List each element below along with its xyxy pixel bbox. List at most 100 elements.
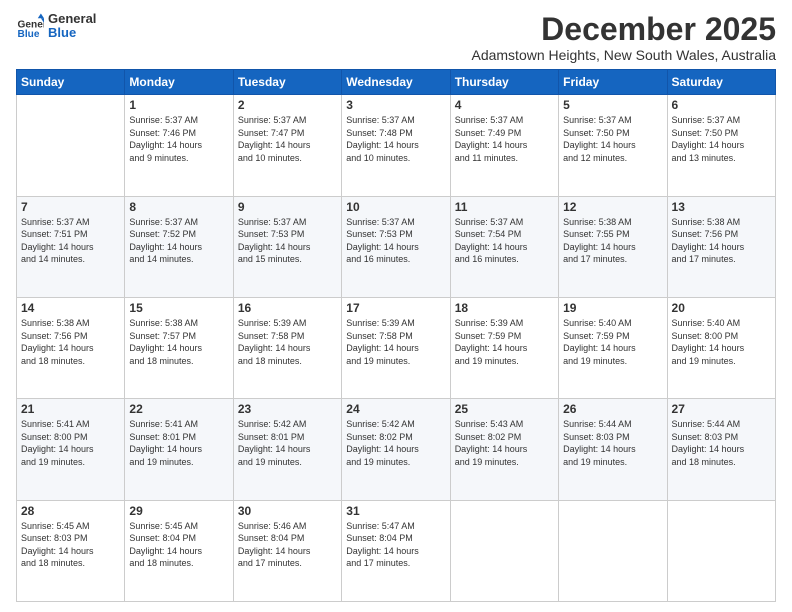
title-block: December 2025 Adamstown Heights, New Sou… — [471, 12, 776, 63]
day-number: 30 — [238, 504, 337, 518]
col-friday: Friday — [559, 70, 667, 95]
calendar-cell: 10 Sunrise: 5:37 AM Sunset: 7:53 PM Dayli… — [342, 196, 450, 297]
day-info: Sunrise: 5:43 AM Sunset: 8:02 PM Dayligh… — [455, 418, 554, 468]
day-number: 29 — [129, 504, 228, 518]
col-sunday: Sunday — [17, 70, 125, 95]
day-info: Sunrise: 5:37 AM Sunset: 7:46 PM Dayligh… — [129, 114, 228, 164]
calendar-week-3: 14 Sunrise: 5:38 AM Sunset: 7:56 PM Dayli… — [17, 297, 776, 398]
calendar-cell: 14 Sunrise: 5:38 AM Sunset: 7:56 PM Dayli… — [17, 297, 125, 398]
logo: General Blue General Blue — [16, 12, 96, 41]
day-info: Sunrise: 5:38 AM Sunset: 7:56 PM Dayligh… — [21, 317, 120, 367]
calendar-cell: 23 Sunrise: 5:42 AM Sunset: 8:01 PM Dayli… — [233, 399, 341, 500]
day-info: Sunrise: 5:37 AM Sunset: 7:48 PM Dayligh… — [346, 114, 445, 164]
calendar-cell: 11Sunrise: 5:37 AM Sunset: 7:54 PM Dayli… — [450, 196, 558, 297]
day-info: Sunrise: 5:47 AM Sunset: 8:04 PM Dayligh… — [346, 520, 445, 570]
day-number: 20 — [672, 301, 771, 315]
calendar-cell: 26Sunrise: 5:44 AM Sunset: 8:03 PM Dayli… — [559, 399, 667, 500]
col-thursday: Thursday — [450, 70, 558, 95]
day-info: Sunrise: 5:44 AM Sunset: 8:03 PM Dayligh… — [672, 418, 771, 468]
day-info: Sunrise: 5:40 AM Sunset: 8:00 PM Dayligh… — [672, 317, 771, 367]
day-info: Sunrise: 5:39 AM Sunset: 7:59 PM Dayligh… — [455, 317, 554, 367]
calendar-cell: 30 Sunrise: 5:46 AM Sunset: 8:04 PM Dayli… — [233, 500, 341, 601]
day-info: Sunrise: 5:40 AM Sunset: 7:59 PM Dayligh… — [563, 317, 662, 367]
location-subtitle: Adamstown Heights, New South Wales, Aust… — [471, 47, 776, 63]
logo-general: General — [48, 12, 96, 26]
calendar-cell: 31 Sunrise: 5:47 AM Sunset: 8:04 PM Dayli… — [342, 500, 450, 601]
day-number: 3 — [346, 98, 445, 112]
page: General Blue General Blue December 2025 … — [0, 0, 792, 612]
day-info: Sunrise: 5:39 AM Sunset: 7:58 PM Dayligh… — [346, 317, 445, 367]
day-number: 26 — [563, 402, 662, 416]
calendar-cell: 22Sunrise: 5:41 AM Sunset: 8:01 PM Dayli… — [125, 399, 233, 500]
calendar-cell: 29 Sunrise: 5:45 AM Sunset: 8:04 PM Dayli… — [125, 500, 233, 601]
day-number: 2 — [238, 98, 337, 112]
calendar-header-row: Sunday Monday Tuesday Wednesday Thursday… — [17, 70, 776, 95]
col-tuesday: Tuesday — [233, 70, 341, 95]
day-number: 7 — [21, 200, 120, 214]
day-number: 21 — [21, 402, 120, 416]
day-number: 27 — [672, 402, 771, 416]
calendar-cell: 9 Sunrise: 5:37 AM Sunset: 7:53 PM Daylig… — [233, 196, 341, 297]
calendar-week-4: 21 Sunrise: 5:41 AM Sunset: 8:00 PM Dayli… — [17, 399, 776, 500]
calendar-cell: 1Sunrise: 5:37 AM Sunset: 7:46 PM Daylig… — [125, 95, 233, 196]
calendar-cell — [559, 500, 667, 601]
day-number: 5 — [563, 98, 662, 112]
day-number: 18 — [455, 301, 554, 315]
day-info: Sunrise: 5:37 AM Sunset: 7:53 PM Dayligh… — [238, 216, 337, 266]
day-info: Sunrise: 5:42 AM Sunset: 8:02 PM Dayligh… — [346, 418, 445, 468]
calendar-cell: 5Sunrise: 5:37 AM Sunset: 7:50 PM Daylig… — [559, 95, 667, 196]
day-info: Sunrise: 5:38 AM Sunset: 7:57 PM Dayligh… — [129, 317, 228, 367]
day-number: 12 — [563, 200, 662, 214]
day-number: 24 — [346, 402, 445, 416]
calendar-cell: 2 Sunrise: 5:37 AM Sunset: 7:47 PM Daylig… — [233, 95, 341, 196]
calendar-cell: 20 Sunrise: 5:40 AM Sunset: 8:00 PM Dayli… — [667, 297, 775, 398]
day-info: Sunrise: 5:45 AM Sunset: 8:04 PM Dayligh… — [129, 520, 228, 570]
day-number: 16 — [238, 301, 337, 315]
day-number: 31 — [346, 504, 445, 518]
month-title: December 2025 — [471, 12, 776, 47]
day-number: 13 — [672, 200, 771, 214]
day-info: Sunrise: 5:46 AM Sunset: 8:04 PM Dayligh… — [238, 520, 337, 570]
calendar-cell: 18 Sunrise: 5:39 AM Sunset: 7:59 PM Dayli… — [450, 297, 558, 398]
calendar-cell: 21 Sunrise: 5:41 AM Sunset: 8:00 PM Dayli… — [17, 399, 125, 500]
day-number: 11 — [455, 200, 554, 214]
day-number: 14 — [21, 301, 120, 315]
day-info: Sunrise: 5:37 AM Sunset: 7:49 PM Dayligh… — [455, 114, 554, 164]
calendar-cell: 8 Sunrise: 5:37 AM Sunset: 7:52 PM Daylig… — [125, 196, 233, 297]
day-number: 8 — [129, 200, 228, 214]
day-info: Sunrise: 5:38 AM Sunset: 7:56 PM Dayligh… — [672, 216, 771, 266]
day-info: Sunrise: 5:39 AM Sunset: 7:58 PM Dayligh… — [238, 317, 337, 367]
day-info: Sunrise: 5:42 AM Sunset: 8:01 PM Dayligh… — [238, 418, 337, 468]
calendar-week-1: 1Sunrise: 5:37 AM Sunset: 7:46 PM Daylig… — [17, 95, 776, 196]
day-number: 23 — [238, 402, 337, 416]
day-number: 6 — [672, 98, 771, 112]
calendar-cell: 25 Sunrise: 5:43 AM Sunset: 8:02 PM Dayli… — [450, 399, 558, 500]
day-number: 28 — [21, 504, 120, 518]
day-number: 9 — [238, 200, 337, 214]
day-number: 17 — [346, 301, 445, 315]
col-monday: Monday — [125, 70, 233, 95]
calendar-cell: 15Sunrise: 5:38 AM Sunset: 7:57 PM Dayli… — [125, 297, 233, 398]
day-info: Sunrise: 5:41 AM Sunset: 8:00 PM Dayligh… — [21, 418, 120, 468]
calendar-cell — [667, 500, 775, 601]
header: General Blue General Blue December 2025 … — [16, 12, 776, 63]
day-info: Sunrise: 5:37 AM Sunset: 7:53 PM Dayligh… — [346, 216, 445, 266]
logo-icon: General Blue — [16, 12, 44, 40]
svg-text:Blue: Blue — [18, 29, 40, 40]
calendar-cell: 6Sunrise: 5:37 AM Sunset: 7:50 PM Daylig… — [667, 95, 775, 196]
calendar-cell: 3 Sunrise: 5:37 AM Sunset: 7:48 PM Daylig… — [342, 95, 450, 196]
calendar-table: Sunday Monday Tuesday Wednesday Thursday… — [16, 69, 776, 602]
calendar-cell: 17 Sunrise: 5:39 AM Sunset: 7:58 PM Dayli… — [342, 297, 450, 398]
calendar-cell: 12Sunrise: 5:38 AM Sunset: 7:55 PM Dayli… — [559, 196, 667, 297]
logo-blue: Blue — [48, 26, 96, 40]
calendar-cell: 16 Sunrise: 5:39 AM Sunset: 7:58 PM Dayli… — [233, 297, 341, 398]
calendar-cell: 27 Sunrise: 5:44 AM Sunset: 8:03 PM Dayli… — [667, 399, 775, 500]
col-wednesday: Wednesday — [342, 70, 450, 95]
day-info: Sunrise: 5:37 AM Sunset: 7:47 PM Dayligh… — [238, 114, 337, 164]
day-number: 25 — [455, 402, 554, 416]
day-number: 4 — [455, 98, 554, 112]
day-number: 22 — [129, 402, 228, 416]
day-number: 10 — [346, 200, 445, 214]
calendar-cell: 4 Sunrise: 5:37 AM Sunset: 7:49 PM Daylig… — [450, 95, 558, 196]
day-info: Sunrise: 5:37 AM Sunset: 7:52 PM Dayligh… — [129, 216, 228, 266]
